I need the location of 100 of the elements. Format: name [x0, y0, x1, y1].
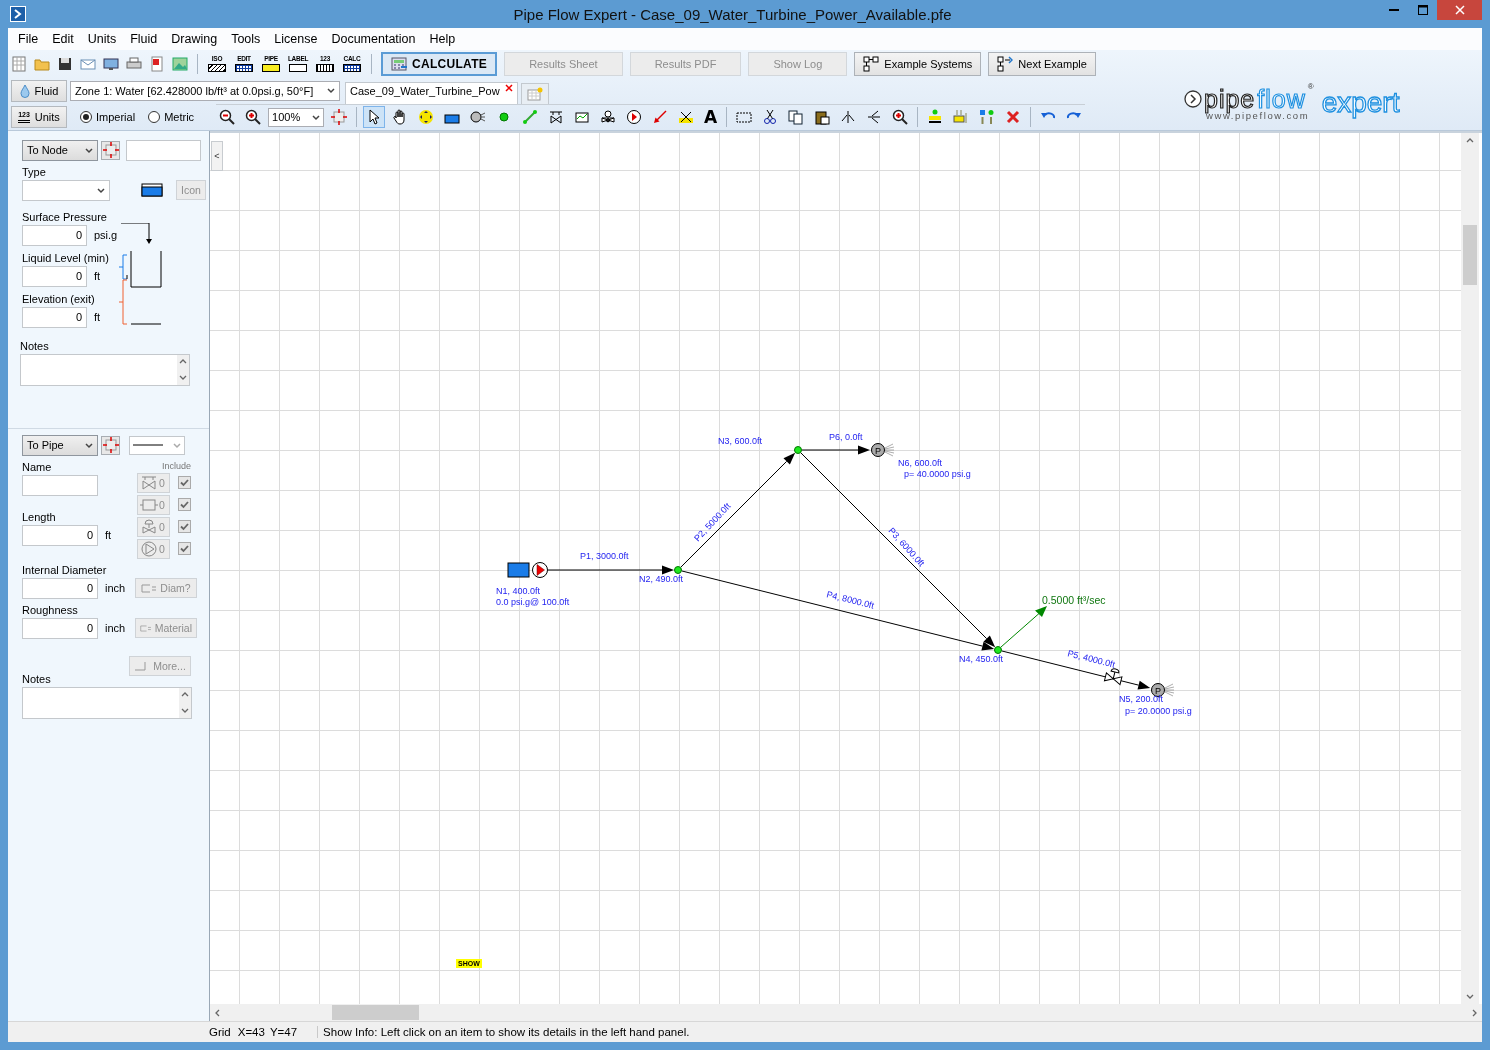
- registered-mark: ®: [1307, 81, 1314, 91]
- toolbar-button[interactable]: CALCULATE: [381, 51, 498, 76]
- pipe-line[interactable]: [547, 565, 674, 575]
- unit-label: ft: [94, 311, 101, 324]
- tank-icon: [141, 183, 163, 198]
- menu-item[interactable]: License: [267, 31, 325, 46]
- close-icon: [1454, 5, 1465, 15]
- unit-radio-option[interactable]: Imperial: [80, 110, 136, 123]
- chevron-up-icon: [1466, 136, 1474, 145]
- line-style-icon: [133, 443, 163, 448]
- printer-icon[interactable]: [126, 55, 142, 72]
- field-label: Elevation (exit): [22, 292, 96, 306]
- menu-item[interactable]: Help: [422, 31, 463, 46]
- node-label: N2, 490.0ft: [639, 573, 684, 584]
- checkbox[interactable]: [178, 498, 191, 512]
- node-selector-dropdown[interactable]: To Node: [22, 139, 98, 161]
- monitor-icon[interactable]: [103, 55, 119, 72]
- scrollbar-thumb[interactable]: [1463, 224, 1477, 285]
- input-field[interactable]: [126, 139, 201, 161]
- pipe-line[interactable]: [1001, 650, 1151, 690]
- zoom-dropdown[interactable]: 100%: [268, 107, 325, 127]
- junction-node[interactable]: [994, 645, 1002, 654]
- menu-item[interactable]: File: [11, 31, 46, 46]
- chevron-down-icon: [1466, 992, 1474, 1001]
- menu-item[interactable]: Documentation: [324, 31, 423, 46]
- field-label: Roughness: [22, 603, 79, 617]
- junction-node[interactable]: [794, 445, 802, 454]
- field-label: Liquid Level (min): [22, 251, 110, 265]
- toolbar-button[interactable]: Next Example: [988, 51, 1096, 76]
- checkbox[interactable]: [178, 476, 191, 490]
- hierarchy-icon: [863, 55, 880, 72]
- close-icon[interactable]: [504, 83, 513, 92]
- node-label: N3, 600.0ft: [718, 435, 763, 446]
- menu-item[interactable]: Tools: [224, 31, 268, 46]
- input-field[interactable]: [22, 474, 98, 496]
- crosshair-grid-icon: [102, 437, 119, 454]
- menu-item[interactable]: Fluid: [123, 31, 165, 46]
- input-field[interactable]: 0: [22, 306, 87, 328]
- unit-label: psi.g: [94, 229, 118, 242]
- landscape-picture-icon[interactable]: [172, 55, 188, 72]
- input-field[interactable]: 0: [22, 577, 98, 599]
- input-field[interactable]: 0: [22, 265, 87, 287]
- pump-icon: [140, 540, 158, 557]
- checkbox[interactable]: [178, 542, 191, 556]
- pump-symbol[interactable]: [532, 561, 548, 578]
- caret-icon: [327, 87, 335, 95]
- notes-field[interactable]: [20, 353, 190, 386]
- menu-item[interactable]: Units: [80, 31, 124, 46]
- field-label: Notes: [20, 339, 50, 353]
- horizontal-scrollbar[interactable]: [210, 1004, 1482, 1022]
- chevron-right-icon: [1470, 1008, 1478, 1017]
- notes-scrollbar[interactable]: [179, 687, 191, 718]
- input-field[interactable]: 0: [22, 224, 87, 246]
- input-field[interactable]: 0: [22, 524, 98, 546]
- notes-scrollbar[interactable]: [177, 354, 189, 385]
- menu-item[interactable]: Edit: [45, 31, 81, 46]
- status-text: Show Info: Left click on an item to show its details in the left hand panel.: [323, 1026, 690, 1038]
- unit-radio-option[interactable]: Metric: [148, 110, 195, 123]
- locate-button[interactable]: [101, 140, 120, 160]
- logo-word: expert: [1321, 89, 1400, 116]
- control-valve-icon: [140, 518, 158, 535]
- junction-node[interactable]: [674, 565, 682, 574]
- pointer-icon[interactable]: [363, 106, 386, 129]
- caret-icon: [312, 113, 321, 121]
- status-text: Grid: [209, 1026, 231, 1038]
- minimize-icon: [1388, 9, 1399, 11]
- toolbar-button[interactable]: Example Systems: [854, 51, 982, 76]
- line-style-dropdown[interactable]: [129, 435, 185, 455]
- fluid-button[interactable]: Fluid: [11, 79, 67, 102]
- collapse-button[interactable]: <: [211, 140, 223, 171]
- vertical-scrollbar[interactable]: [1461, 132, 1479, 1005]
- caret-icon: [173, 441, 181, 449]
- pipe-label: P6, 0.0ft: [829, 431, 863, 442]
- field-label: Surface Pressure: [22, 210, 108, 224]
- unit-label: inch: [105, 622, 127, 635]
- input-field[interactable]: 0: [22, 617, 98, 639]
- logo-word: flow: [1257, 86, 1306, 111]
- checkbox[interactable]: [178, 520, 191, 534]
- chevron-down-icon: [181, 706, 189, 715]
- node-label: N4, 450.0ft: [959, 653, 1004, 664]
- flow-demand-arrow[interactable]: [1000, 605, 1047, 648]
- pdf-document-icon[interactable]: [149, 55, 165, 72]
- locate-button[interactable]: [101, 435, 120, 455]
- window-title: Pipe Flow Expert - Case_09_Water_Turbine_Power_Available.pfe: [512, 5, 953, 23]
- notes-field[interactable]: [22, 686, 192, 719]
- text-tool-icon[interactable]: A: [701, 106, 721, 129]
- new-sheet-icon: [526, 86, 543, 101]
- node-detail-label: 0.0 psi.g@ 100.0ft: [496, 596, 570, 607]
- caret-icon: [97, 186, 105, 194]
- pipe-line[interactable]: [801, 445, 870, 455]
- fluid-zone-dropdown[interactable]: Zone 1: Water [62.428000 lb/ft³ at 0.0psi.g, 50°F]: [70, 80, 340, 101]
- logo-word: pipe: [1204, 86, 1256, 111]
- document-tab[interactable]: Case_09_Water_Turbine_Pow: [345, 81, 518, 104]
- unit-label: ft: [105, 529, 112, 542]
- pipe-selector-dropdown[interactable]: To Pipe: [22, 434, 98, 456]
- menu-item[interactable]: Drawing: [164, 31, 225, 46]
- rectangle-icon: [140, 496, 158, 513]
- scrollbar-thumb[interactable]: [332, 1005, 419, 1021]
- chevron-down-icon: [179, 373, 187, 382]
- valve-symbol[interactable]: [1103, 668, 1123, 686]
